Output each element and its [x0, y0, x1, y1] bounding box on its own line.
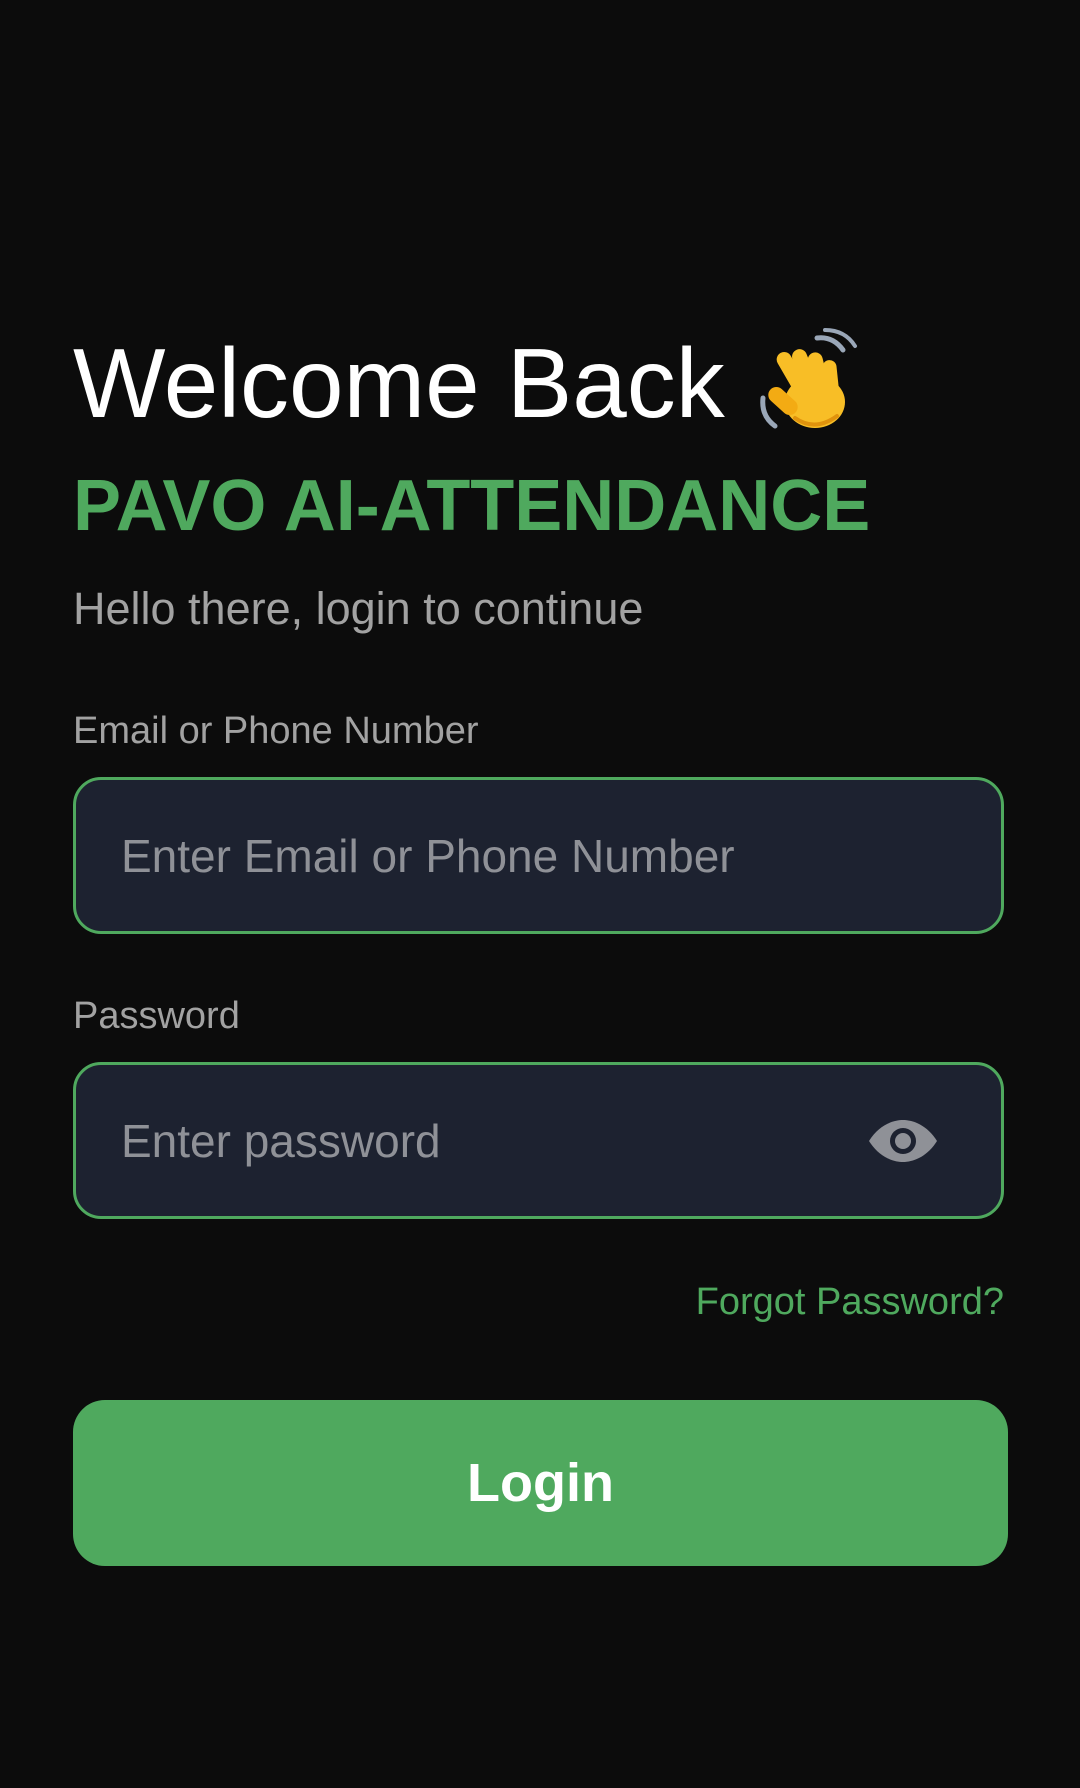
forgot-password-link[interactable]: Forgot Password?	[696, 1283, 1004, 1321]
login-screen: Welcome Back PAVO AI-ATTENDANCE Hello th…	[0, 0, 1080, 1788]
waving-hand-icon	[755, 328, 865, 438]
eye-icon[interactable]	[863, 1111, 943, 1171]
login-button[interactable]: Login	[73, 1400, 1008, 1566]
password-input-container	[73, 1062, 1004, 1219]
email-input[interactable]	[76, 780, 1001, 931]
password-input[interactable]	[76, 1065, 863, 1216]
email-input-container	[73, 777, 1004, 934]
welcome-title: Welcome Back	[73, 328, 725, 438]
email-field-label: Email or Phone Number	[73, 710, 479, 752]
welcome-heading: Welcome Back	[73, 318, 865, 448]
brand-name: PAVO AI-ATTENDANCE	[73, 466, 871, 546]
login-subtitle: Hello there, login to continue	[73, 583, 644, 634]
password-field-label: Password	[73, 995, 240, 1037]
